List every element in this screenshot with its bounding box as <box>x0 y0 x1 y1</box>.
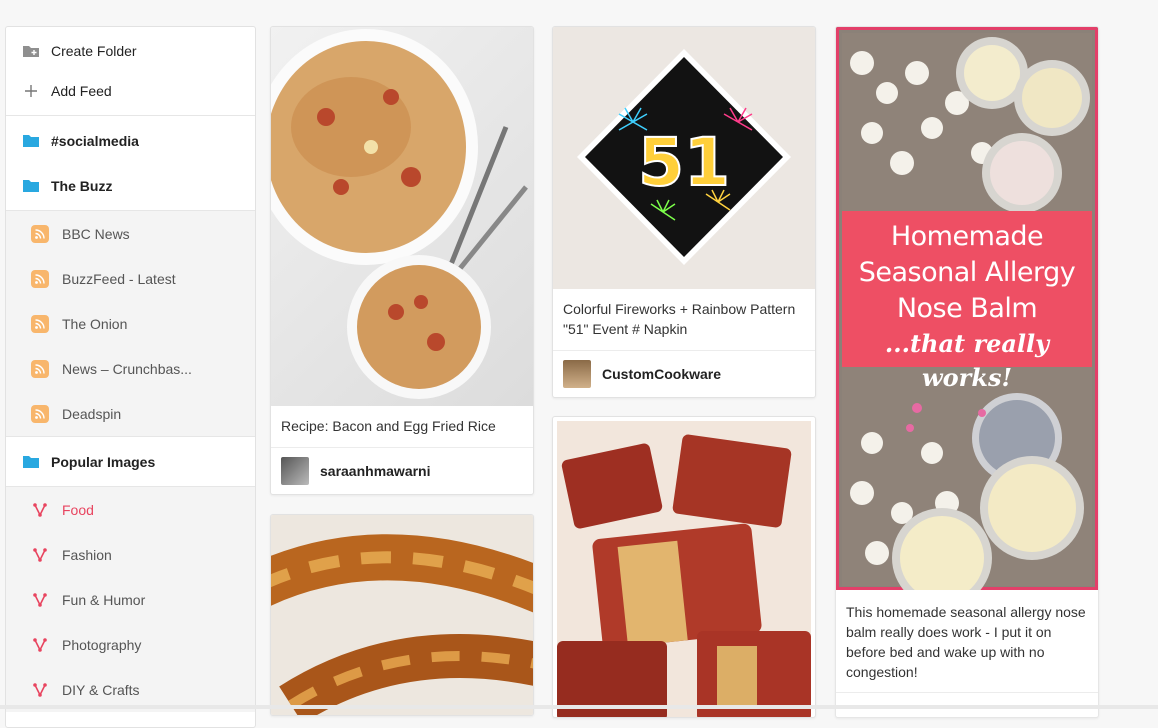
feed-item-bbc-news[interactable]: BBC News <box>6 211 255 256</box>
folder-the-buzz[interactable]: The Buzz <box>6 163 255 208</box>
folder-label: Popular Images <box>51 453 156 470</box>
card-caption: Recipe: Bacon and Egg Fried Rice <box>281 418 496 434</box>
category-item-photography[interactable]: Photography <box>6 622 255 667</box>
card-image[interactable] <box>271 27 533 406</box>
category-label: Fun & Humor <box>62 591 146 608</box>
feed-label: The Onion <box>62 315 128 332</box>
overlay-script: ...that really works! <box>884 329 1050 392</box>
card-image[interactable]: Homemade Seasonal Allergy Nose Balm ...t… <box>836 27 1098 590</box>
avatar <box>563 359 591 388</box>
category-item-fashion[interactable]: Fashion <box>6 532 255 577</box>
card-pretzels[interactable] <box>270 514 534 716</box>
horizontal-scrollbar[interactable] <box>0 705 1158 709</box>
folder-plus-icon <box>22 42 40 60</box>
overlay-text-block: Homemade Seasonal Allergy Nose Balm ...t… <box>842 211 1092 392</box>
create-folder-button[interactable]: Create Folder <box>6 31 255 71</box>
feed-list: BBC News BuzzFeed - Latest The Onion New… <box>6 211 255 437</box>
card-bacon-crackers[interactable] <box>552 416 816 718</box>
folder-label: The Buzz <box>51 177 113 194</box>
feed-label: BuzzFeed - Latest <box>62 270 176 287</box>
overlay-line: Seasonal Allergy <box>858 257 1076 288</box>
category-label: Food <box>62 501 94 518</box>
folder-icon <box>22 132 40 150</box>
category-item-fun-humor[interactable]: Fun & Humor <box>6 577 255 622</box>
card-image[interactable] <box>557 421 811 717</box>
overlay-line: Homemade <box>890 221 1044 252</box>
napkin-number: 51 <box>638 124 730 201</box>
card-nose-balm[interactable]: Homemade Seasonal Allergy Nose Balm ...t… <box>835 26 1099 718</box>
author-name: CustomCookware <box>602 365 722 382</box>
feed-item-deadspin[interactable]: Deadspin <box>6 391 255 436</box>
category-icon <box>31 501 49 519</box>
folder-socialmedia[interactable]: #socialmedia <box>6 118 255 163</box>
plus-icon <box>22 82 40 100</box>
folder-icon <box>22 453 40 471</box>
card-caption: This homemade seasonal allergy nose balm… <box>846 604 1086 680</box>
card-divider <box>836 692 1098 693</box>
category-label: Photography <box>62 636 142 653</box>
popular-images-section: Popular Images <box>6 437 255 487</box>
folder-list: #socialmedia The Buzz <box>6 116 255 211</box>
feed-label: News – Crunchbas... <box>62 360 192 377</box>
category-icon <box>31 681 49 699</box>
feed-label: Deadspin <box>62 405 122 422</box>
folder-icon <box>22 177 40 195</box>
folder-popular-images[interactable]: Popular Images <box>6 439 255 484</box>
card-image[interactable] <box>271 515 533 715</box>
folder-label: #socialmedia <box>51 132 139 149</box>
rss-icon <box>31 269 49 288</box>
feed-label: BBC News <box>62 225 130 242</box>
create-folder-label: Create Folder <box>51 43 137 59</box>
avatar <box>281 456 309 485</box>
card-image[interactable]: 51 <box>553 27 815 289</box>
category-list: Food Fashion Fun & Humor Photography DIY… <box>6 487 255 712</box>
card-fireworks-napkin[interactable]: 51 Colorful Fireworks + Rainbow Pattern … <box>552 26 816 398</box>
add-feed-label: Add Feed <box>51 83 112 99</box>
category-item-food[interactable]: Food <box>6 487 255 532</box>
rss-icon <box>31 224 49 243</box>
card-author[interactable]: saraanhmawarni <box>271 447 533 493</box>
sidebar-actions: Create Folder Add Feed <box>6 27 255 116</box>
rss-icon <box>31 404 49 423</box>
feed-item-the-onion[interactable]: The Onion <box>6 301 255 346</box>
rss-icon <box>31 314 49 333</box>
category-label: Fashion <box>62 546 112 563</box>
category-icon <box>31 546 49 564</box>
feed-item-crunchbase[interactable]: News – Crunchbas... <box>6 346 255 391</box>
card-caption: Colorful Fireworks + Rainbow Pattern "51… <box>563 301 796 337</box>
author-name: saraanhmawarni <box>320 462 431 479</box>
rss-icon <box>31 359 49 378</box>
category-icon <box>31 591 49 609</box>
sidebar: Create Folder Add Feed #socialmedia The … <box>5 26 256 728</box>
category-label: DIY & Crafts <box>62 681 140 698</box>
card-author[interactable]: CustomCookware <box>553 350 815 396</box>
card-bacon-egg-fried-rice[interactable]: Recipe: Bacon and Egg Fried Rice saraanh… <box>270 26 534 495</box>
overlay-line: Nose Balm <box>896 293 1038 324</box>
category-icon <box>31 636 49 654</box>
add-feed-button[interactable]: Add Feed <box>6 71 255 111</box>
feed-item-buzzfeed[interactable]: BuzzFeed - Latest <box>6 256 255 301</box>
